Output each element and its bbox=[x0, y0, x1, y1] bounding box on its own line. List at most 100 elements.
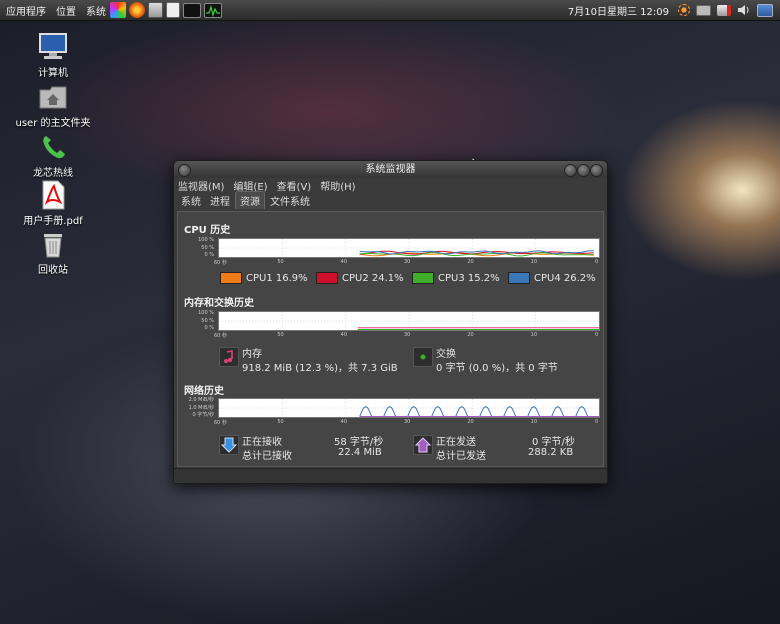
cpu4-value: 26.2% bbox=[563, 272, 596, 284]
menu-monitor[interactable]: 监视器(M) bbox=[178, 178, 224, 193]
desktop-icon-manual[interactable]: 用户手册.pdf bbox=[3, 180, 103, 227]
cpu3-value: 15.2% bbox=[467, 272, 500, 284]
memory-history-title: 内存和交换历史 bbox=[184, 298, 254, 309]
desktop-icon-computer[interactable]: 计算机 bbox=[3, 32, 103, 79]
cpu1-color-swatch[interactable] bbox=[220, 272, 242, 284]
minimize-button[interactable] bbox=[564, 164, 577, 177]
top-panel: 应用程序 位置 系统 7月10日星期三 12:09 bbox=[0, 0, 780, 21]
cpu-x-tick: 0 bbox=[595, 259, 599, 265]
memory-color-picker[interactable] bbox=[219, 347, 239, 367]
net-x-tick: 40 bbox=[340, 419, 348, 425]
memory-label: 内存 bbox=[242, 349, 262, 360]
cpu2-value: 24.1% bbox=[371, 272, 404, 284]
menu-places[interactable]: 位置 bbox=[56, 3, 76, 18]
net-x-tick: 10 bbox=[530, 419, 538, 425]
trash-icon bbox=[38, 229, 68, 259]
receiving-color-picker[interactable] bbox=[219, 435, 239, 455]
cpu-x-tick: 30 bbox=[404, 259, 411, 265]
cpu3-name: CPU3 bbox=[438, 272, 465, 284]
weather-sun-icon[interactable] bbox=[678, 4, 690, 16]
desktop-icon-label: 用户手册.pdf bbox=[23, 216, 83, 227]
menu-view[interactable]: 查看(V) bbox=[277, 178, 312, 193]
resources-panel: CPU 历史 100 % 50 % 0 % 60 秒 50 40 30 20 10 0 CP… bbox=[177, 211, 604, 467]
window-menu-button[interactable] bbox=[178, 164, 191, 177]
cpu4-color-swatch[interactable] bbox=[508, 272, 530, 284]
receiving-label: 正在接收 bbox=[242, 437, 282, 448]
window-titlebar[interactable]: 系统监视器 bbox=[174, 161, 607, 178]
phone-icon bbox=[38, 132, 68, 162]
desktop-icon-hotline[interactable]: 龙芯热线 bbox=[3, 132, 103, 179]
cpu4-name: CPU4 bbox=[534, 272, 561, 284]
maximize-button[interactable] bbox=[577, 164, 590, 177]
clock[interactable]: 7月10日星期三 12:09 bbox=[568, 3, 669, 18]
mem-y-tick: 0 % bbox=[204, 325, 214, 331]
mem-y-tick: 50 % bbox=[201, 318, 214, 324]
network-history-title: 网络历史 bbox=[184, 386, 224, 397]
computer-icon bbox=[38, 32, 68, 62]
volume-icon[interactable] bbox=[737, 3, 751, 17]
net-x-tick: 50 bbox=[277, 419, 284, 425]
desktop-icon-home[interactable]: user 的主文件夹 bbox=[3, 82, 103, 129]
mem-y-tick: 100 % bbox=[198, 310, 214, 316]
menu-system[interactable]: 系统 bbox=[86, 3, 106, 18]
net-y-tick: 0 字节/秒 bbox=[192, 412, 214, 418]
cpu-y-tick: 100 % bbox=[198, 237, 214, 243]
mem-x-tick: 40 bbox=[340, 332, 348, 338]
network-history-graph bbox=[218, 398, 600, 418]
total-sent-value: 288.2 KB bbox=[528, 447, 574, 458]
net-x-tick: 60 秒 bbox=[214, 420, 227, 426]
cpu-x-tick: 60 秒 bbox=[214, 260, 227, 266]
cpu-history-graph bbox=[218, 238, 600, 258]
total-received-label: 总计已接收 bbox=[242, 451, 292, 462]
cpu-history-title: CPU 历史 bbox=[184, 225, 231, 236]
color-grid-launcher-icon[interactable] bbox=[110, 2, 126, 18]
tab-bar: 系统 进程 资源 文件系统 bbox=[174, 191, 607, 209]
terminal-launcher-icon[interactable] bbox=[183, 2, 201, 18]
cpu3-legend: CPU3 15.2% bbox=[412, 272, 500, 284]
close-button[interactable] bbox=[590, 164, 603, 177]
desktop-icon-trash[interactable]: 回收站 bbox=[3, 229, 103, 276]
editor-launcher-icon[interactable] bbox=[166, 2, 180, 18]
tab-processes[interactable]: 进程 bbox=[206, 192, 234, 209]
file-manager-launcher-icon[interactable] bbox=[148, 2, 163, 18]
swap-label: 交换 bbox=[436, 349, 456, 360]
net-x-tick: 30 bbox=[404, 419, 411, 425]
window-title: 系统监视器 bbox=[365, 164, 416, 175]
receiving-rate: 58 字节/秒 bbox=[334, 437, 384, 448]
sending-color-picker[interactable] bbox=[413, 435, 433, 455]
mem-x-tick: 10 bbox=[530, 332, 538, 338]
sending-rate: 0 字节/秒 bbox=[532, 437, 575, 448]
home-folder-icon bbox=[38, 82, 68, 112]
desktop-icon-label: 计算机 bbox=[38, 68, 68, 79]
cpu-x-tick: 10 bbox=[530, 259, 538, 265]
net-y-tick: 2.0 MiB/秒 bbox=[188, 397, 214, 403]
menu-help[interactable]: 帮助(H) bbox=[320, 178, 355, 193]
swap-color-picker[interactable] bbox=[413, 347, 433, 367]
cpu-x-tick: 50 bbox=[277, 259, 284, 265]
cpu2-color-swatch[interactable] bbox=[316, 272, 338, 284]
total-received-value: 22.4 MiB bbox=[338, 447, 382, 458]
browser-launcher-icon[interactable] bbox=[129, 2, 145, 18]
window-statusbar bbox=[174, 468, 607, 483]
menu-applications[interactable]: 应用程序 bbox=[6, 3, 46, 18]
mem-x-tick: 50 bbox=[277, 332, 284, 338]
network-icon[interactable] bbox=[757, 3, 773, 17]
cpu3-color-swatch[interactable] bbox=[412, 272, 434, 284]
cpu-x-tick: 20 bbox=[467, 259, 474, 265]
system-monitor-launcher-icon[interactable] bbox=[204, 2, 222, 18]
tab-resources[interactable]: 资源 bbox=[235, 191, 265, 209]
cpu-y-tick: 50 % bbox=[201, 245, 214, 251]
net-y-tick: 1.0 MiB/秒 bbox=[188, 405, 214, 411]
mem-x-tick: 0 bbox=[595, 332, 599, 338]
mem-x-tick: 20 bbox=[467, 332, 474, 338]
desktop-icon-label: user 的主文件夹 bbox=[15, 118, 91, 129]
tab-filesystems[interactable]: 文件系统 bbox=[266, 192, 314, 209]
tab-system[interactable]: 系统 bbox=[177, 192, 205, 209]
printer-alert-icon[interactable] bbox=[717, 4, 731, 16]
keyboard-icon[interactable] bbox=[696, 4, 711, 16]
mem-x-tick: 30 bbox=[404, 332, 411, 338]
desktop-icon-label: 回收站 bbox=[38, 265, 68, 276]
total-sent-label: 总计已发送 bbox=[436, 451, 486, 462]
net-x-tick: 20 bbox=[467, 419, 474, 425]
cpu-y-tick: 0 % bbox=[204, 252, 214, 258]
